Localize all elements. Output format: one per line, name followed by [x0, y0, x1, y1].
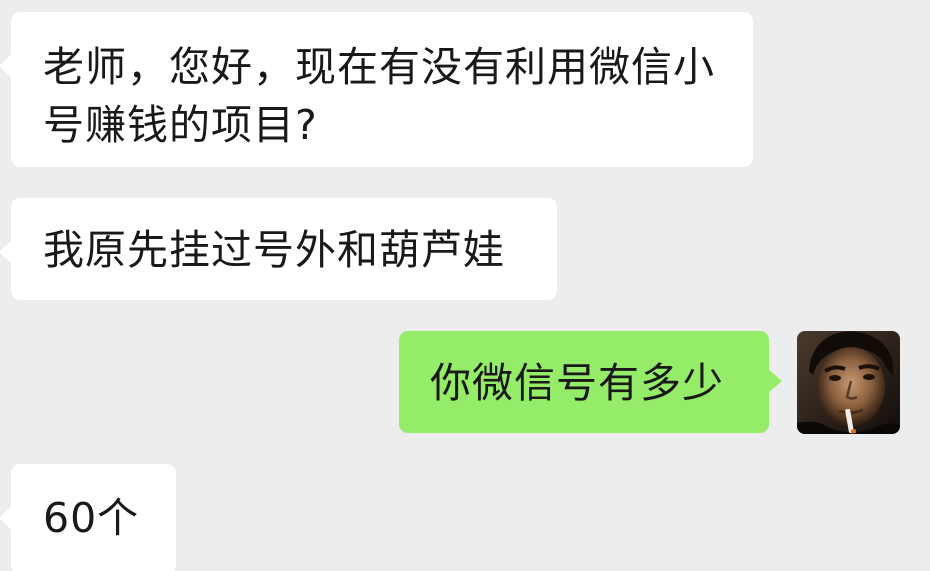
- message-bubble-incoming[interactable]: 60个: [0, 464, 176, 571]
- message-bubble-incoming[interactable]: 我原先挂过号外和葫芦娃: [0, 198, 557, 300]
- message-bubble-outgoing[interactable]: 你微信号有多少: [399, 331, 782, 433]
- message-text: 老师，您好，现在有没有利用微信小号赚钱的项目?: [43, 43, 715, 149]
- message-text: 你微信号有多少: [430, 359, 724, 407]
- message-text: 60个: [43, 494, 140, 542]
- chat-window: 老师，您好，现在有没有利用微信小号赚钱的项目? 我原先挂过号外和葫芦娃 你微信号…: [0, 0, 930, 571]
- user-avatar-photo-icon[interactable]: [797, 331, 900, 434]
- avatar-image: [797, 331, 900, 434]
- message-text: 我原先挂过号外和葫芦娃: [43, 226, 505, 274]
- message-bubble-incoming[interactable]: 老师，您好，现在有没有利用微信小号赚钱的项目?: [0, 12, 753, 167]
